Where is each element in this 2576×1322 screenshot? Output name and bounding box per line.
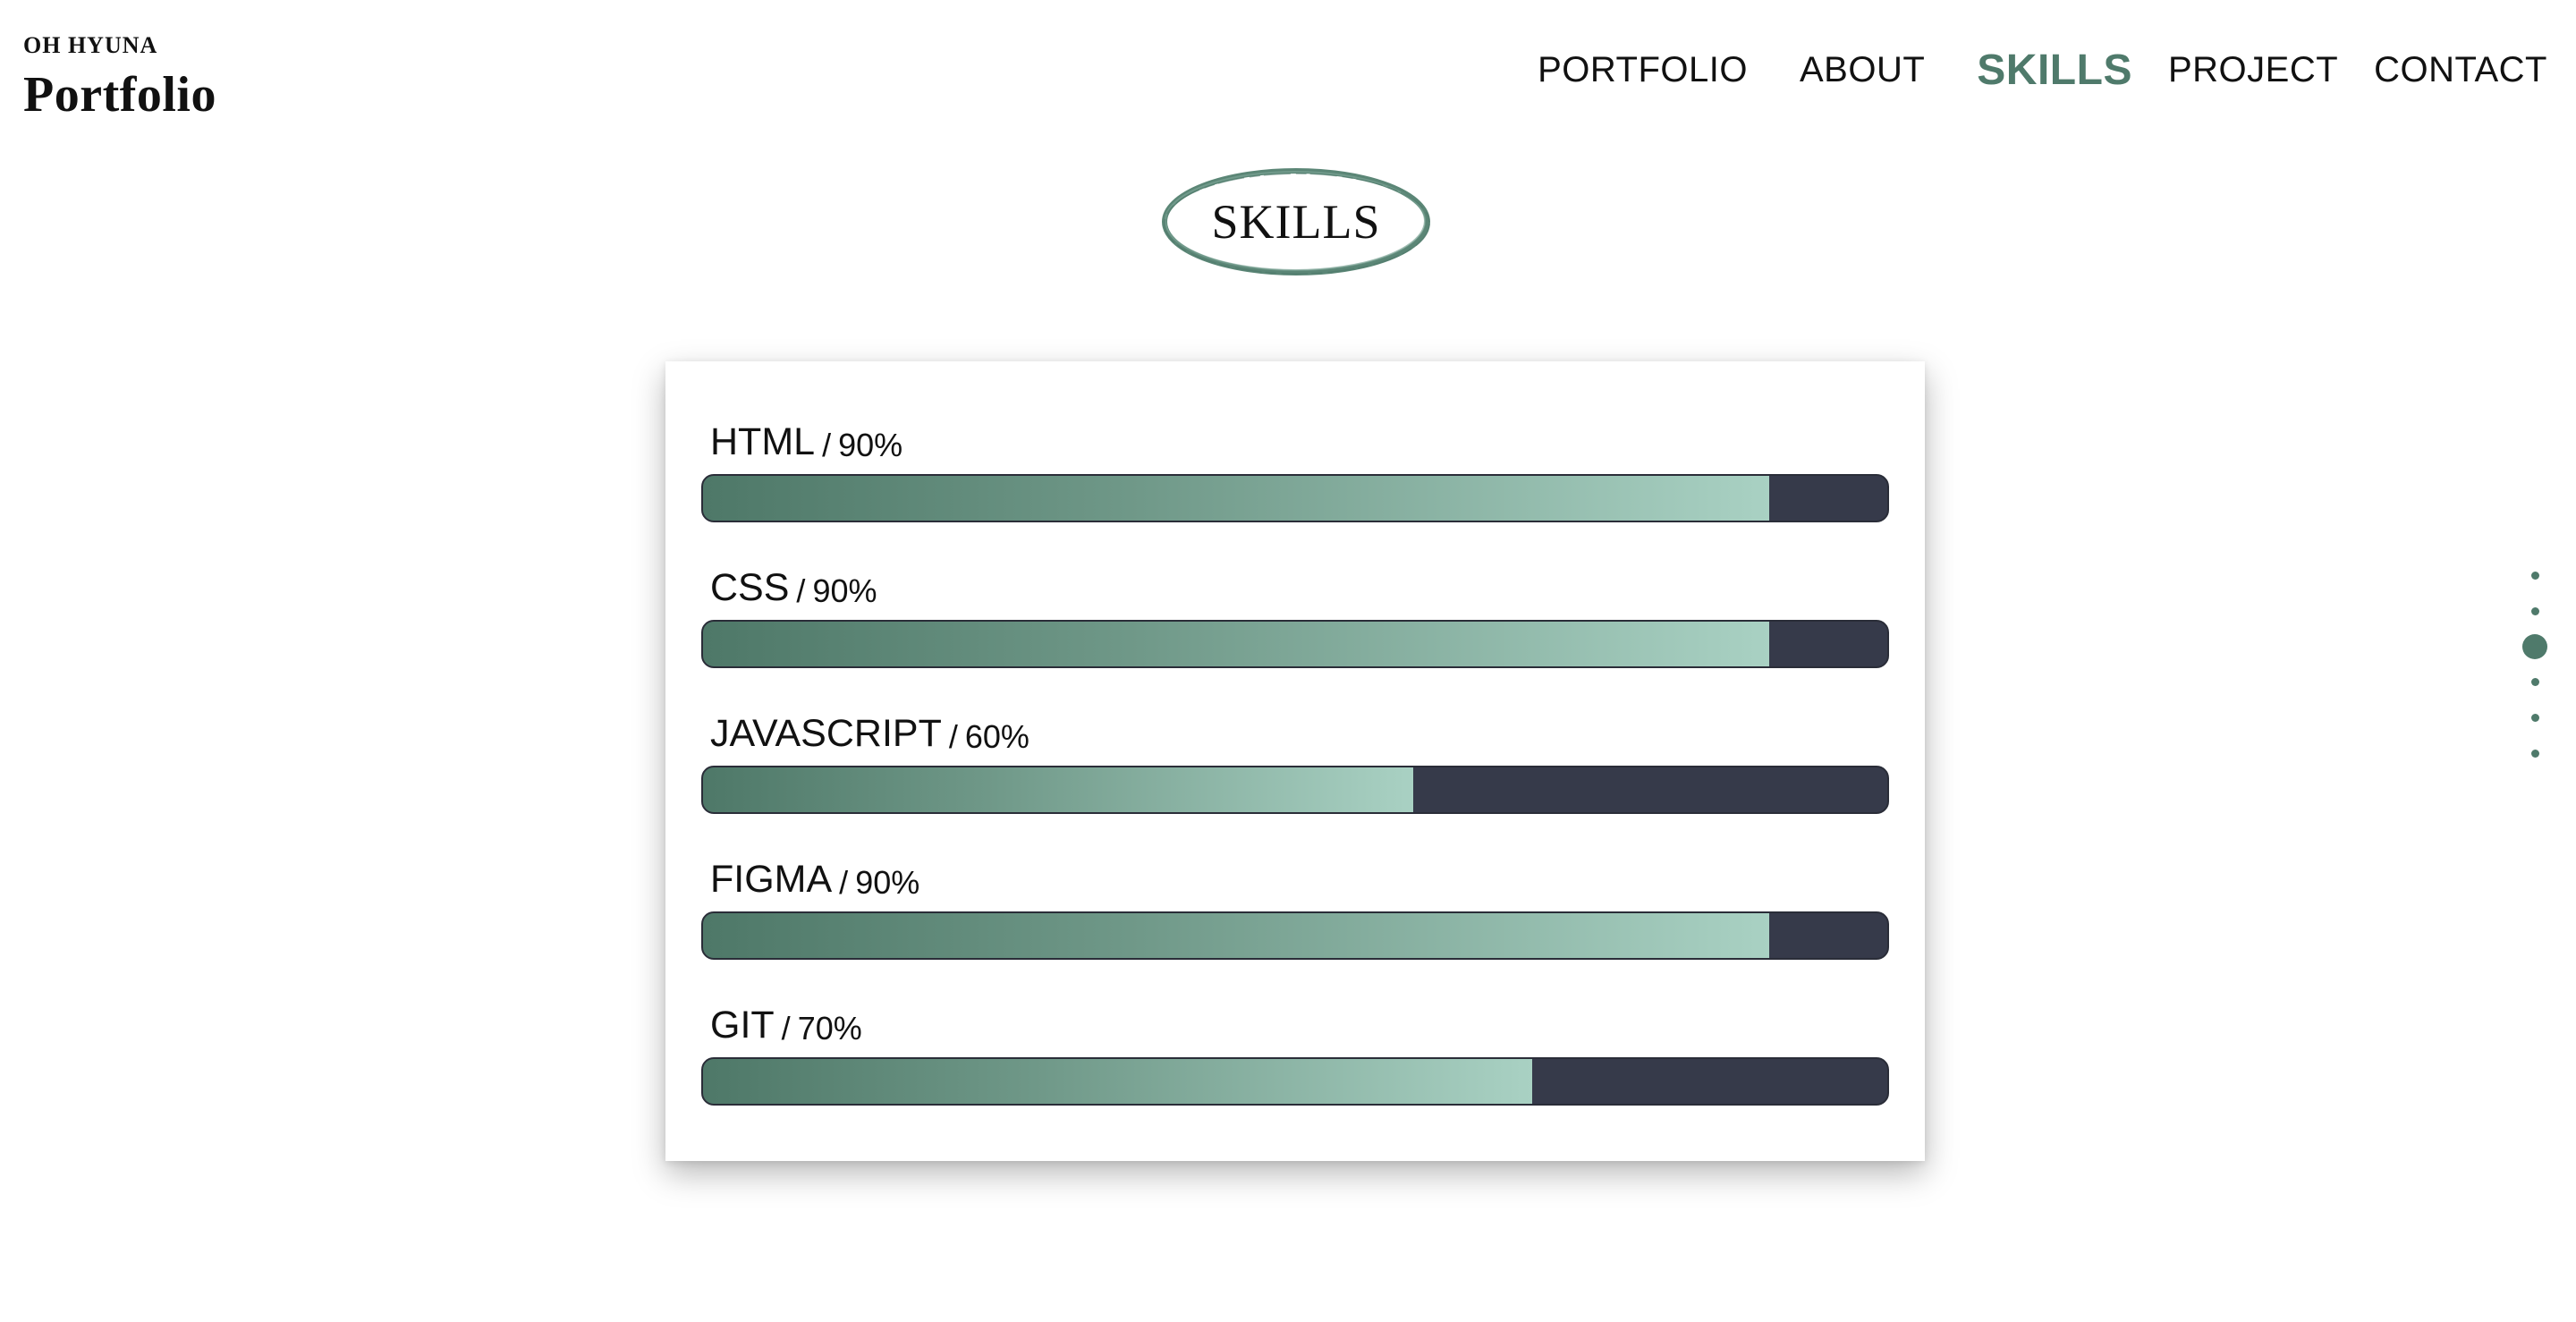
nav-item-portfolio[interactable]: PORTFOLIO [1538,50,1748,90]
skill-label: HTML / 90% [701,410,1889,462]
page: OH HYUNA Portfolio PORTFOLIO ABOUT SKILL… [0,0,2576,1322]
nav-item-project[interactable]: PROJECT [2168,50,2338,90]
nav-item-about[interactable]: ABOUT [1800,50,1925,90]
skill-bar [701,766,1889,814]
skill-percent: 90% [838,427,903,463]
skill-bar [701,474,1889,522]
skill-percent: 60% [964,718,1030,755]
section-pager [2515,564,2560,778]
pager-dot[interactable] [2531,678,2539,686]
skill-name: HTML [710,420,816,463]
pager-dot[interactable] [2531,714,2539,722]
skill-bar-fill [703,622,1769,666]
main-nav: PORTFOLIO ABOUT SKILLS PROJECT CONTACT [1538,0,2547,140]
skill-item-figma: FIGMA / 90% [701,847,1889,960]
site-logo[interactable]: OH HYUNA Portfolio [23,32,216,123]
skill-name: FIGMA [710,858,833,901]
logo-subtitle: OH HYUNA [23,32,158,58]
section-title-text: SKILLS [1211,195,1381,249]
skill-label: GIT / 70% [701,993,1889,1045]
skill-separator: / [781,1010,791,1047]
skill-bar-fill [703,1059,1532,1104]
skill-separator: / [948,718,958,755]
skill-percent: 90% [855,864,920,901]
skills-card: HTML / 90% CSS / 90% JAVASCRIPT / 60% FI… [665,361,1925,1161]
pager-dot[interactable] [2531,607,2539,615]
skill-separator: / [796,572,806,609]
skill-name: CSS [710,566,790,609]
skill-label: JAVASCRIPT / 60% [701,701,1889,753]
pager-dot[interactable] [2531,750,2539,758]
skill-bar-fill [703,476,1769,521]
skill-item-css: CSS / 90% [701,555,1889,668]
skill-name: GIT [710,1004,775,1047]
skill-bar [701,911,1889,960]
skill-name: JAVASCRIPT [710,712,942,755]
skill-percent: 90% [812,572,877,609]
skill-item-git: GIT / 70% [701,993,1889,1106]
skill-item-javascript: JAVASCRIPT / 60% [701,701,1889,814]
skill-item-html: HTML / 90% [701,410,1889,522]
nav-item-contact[interactable]: CONTACT [2374,50,2547,90]
pager-dot[interactable] [2531,572,2539,580]
logo-title: Portfolio [23,67,216,123]
skill-bar [701,1057,1889,1106]
pager-dot-active[interactable] [2522,634,2547,659]
skill-bar-fill [703,767,1414,812]
skill-label: CSS / 90% [701,555,1889,607]
skill-label: FIGMA / 90% [701,847,1889,899]
skill-bar-fill [703,913,1769,958]
nav-item-skills[interactable]: SKILLS [1977,46,2132,95]
skill-bar [701,620,1889,668]
skill-separator: / [839,864,849,901]
section-title: SKILLS [1159,165,1433,279]
skill-percent: 70% [797,1010,862,1047]
skill-separator: / [822,427,832,463]
